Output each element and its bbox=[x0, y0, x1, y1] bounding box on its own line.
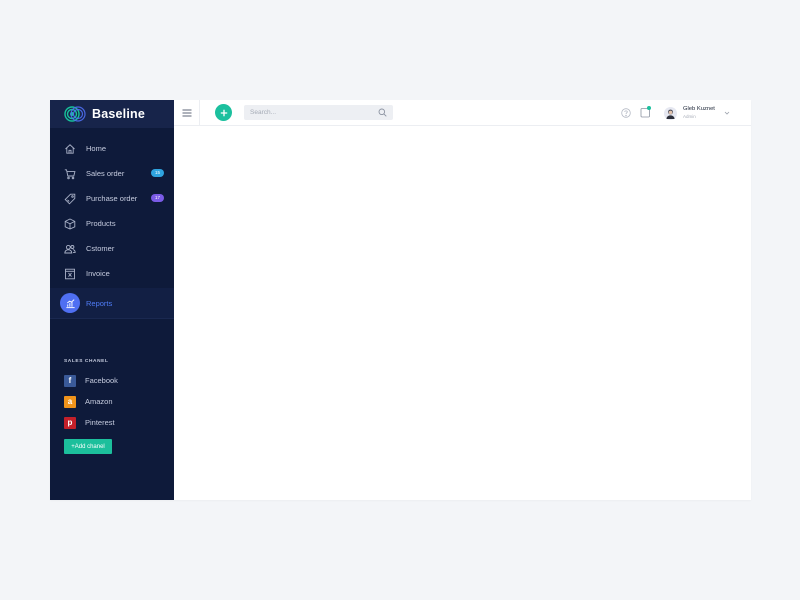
sidebar-item-sales-order[interactable]: Sales order 15 bbox=[50, 161, 174, 186]
help-icon[interactable] bbox=[621, 108, 631, 118]
home-icon bbox=[64, 143, 76, 155]
sidebar-item-products[interactable]: Products bbox=[50, 211, 174, 236]
main-nav: Home Sales order 15 Purchase order 17 Pr… bbox=[50, 136, 174, 319]
channel-amazon[interactable]: a Amazon bbox=[50, 391, 174, 412]
pinterest-icon: p bbox=[64, 416, 76, 429]
sidebar: Baseline Home Sales order 15 Purchase or… bbox=[50, 100, 174, 500]
tag-icon bbox=[64, 193, 76, 205]
plus-icon bbox=[220, 109, 227, 116]
sales-channel-title: SALES CHANEL bbox=[64, 359, 109, 364]
sidebar-item-reports[interactable]: Reports bbox=[50, 288, 174, 319]
hamburger-icon bbox=[182, 109, 191, 116]
sidebar-item-home[interactable]: Home bbox=[50, 136, 174, 161]
count-badge: 17 bbox=[151, 194, 164, 202]
invoice-icon bbox=[64, 268, 76, 280]
channel-label: Pinterest bbox=[85, 418, 115, 427]
sidebar-item-invoice[interactable]: Invoice bbox=[50, 261, 174, 286]
main-content: Gleb Kuznet Admin bbox=[174, 100, 751, 500]
sidebar-item-label: Sales order bbox=[86, 169, 125, 178]
app-window: Baseline Home Sales order 15 Purchase or… bbox=[50, 100, 751, 500]
channel-label: Amazon bbox=[85, 397, 113, 406]
sidebar-item-purchase-order[interactable]: Purchase order 17 bbox=[50, 186, 174, 211]
amazon-icon: a bbox=[64, 395, 76, 408]
add-channel-button[interactable]: +Add chanel bbox=[64, 439, 112, 454]
top-bar: Gleb Kuznet Admin bbox=[174, 100, 751, 126]
user-name: Gleb Kuznet bbox=[683, 105, 715, 112]
sidebar-item-label: Products bbox=[86, 219, 116, 228]
sales-channel-list: f Facebook a Amazon p Pinterest bbox=[50, 370, 174, 433]
user-info: Gleb Kuznet Admin bbox=[683, 105, 715, 119]
brand[interactable]: Baseline bbox=[50, 100, 174, 128]
logo-icon bbox=[64, 106, 86, 122]
avatar bbox=[664, 106, 677, 120]
channel-facebook[interactable]: f Facebook bbox=[50, 370, 174, 391]
menu-toggle-button[interactable] bbox=[174, 100, 200, 125]
user-avatar-icon bbox=[664, 106, 677, 120]
facebook-icon: f bbox=[64, 374, 76, 387]
chevron-down-icon bbox=[724, 111, 730, 115]
sidebar-item-label: Invoice bbox=[86, 269, 110, 278]
notification-dot bbox=[647, 106, 651, 110]
search-icon[interactable] bbox=[378, 108, 387, 117]
user-role: Admin bbox=[683, 113, 696, 119]
chart-icon bbox=[60, 293, 80, 313]
search-box bbox=[244, 105, 393, 120]
sidebar-item-label: Reports bbox=[86, 298, 113, 308]
sidebar-item-label: Home bbox=[86, 144, 107, 153]
cart-icon bbox=[64, 168, 76, 180]
users-icon bbox=[64, 243, 76, 255]
channel-pinterest[interactable]: p Pinterest bbox=[50, 412, 174, 433]
sidebar-item-label: Purchase order bbox=[86, 194, 138, 203]
user-menu[interactable]: Gleb Kuznet Admin bbox=[664, 104, 730, 122]
sidebar-item-label: Cstomer bbox=[86, 244, 115, 253]
sidebar-item-customer[interactable]: Cstomer bbox=[50, 236, 174, 261]
channel-label: Facebook bbox=[85, 376, 118, 385]
search-input[interactable] bbox=[244, 105, 375, 120]
create-button[interactable] bbox=[215, 104, 232, 121]
count-badge: 15 bbox=[151, 169, 164, 177]
box-icon bbox=[64, 217, 76, 230]
brand-name: Baseline bbox=[92, 107, 146, 121]
